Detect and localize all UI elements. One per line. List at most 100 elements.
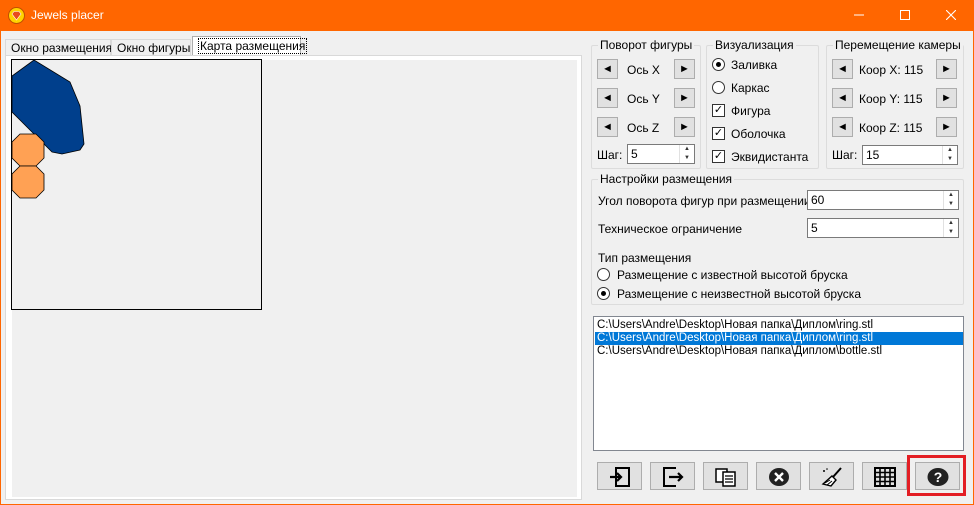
- close-button[interactable]: [928, 0, 974, 31]
- arrow-left-icon: ◄: [602, 121, 613, 133]
- check-equidistant-label: Эквидистанта: [731, 150, 809, 164]
- placement-map-canvas[interactable]: [11, 59, 262, 310]
- technical-limit-input[interactable]: 5 ▲ ▼: [807, 218, 959, 238]
- tab-placement-map[interactable]: Карта размещения: [192, 36, 308, 57]
- rotate-x-right-button[interactable]: ►: [674, 59, 695, 79]
- rotate-x-left-button[interactable]: ◄: [597, 59, 618, 79]
- camera-step-input[interactable]: 15 ▲ ▼: [862, 145, 958, 165]
- placement-map-drawing: [12, 60, 85, 199]
- minimize-button[interactable]: [836, 0, 882, 31]
- axis-y-label: Ось Y: [627, 92, 660, 106]
- spin-buttons[interactable]: ▲ ▼: [679, 145, 694, 163]
- camera-y-left-button[interactable]: ◄: [832, 88, 853, 108]
- export-icon: [663, 467, 684, 487]
- import-icon: [610, 467, 630, 487]
- axis-x-label: Ось X: [627, 63, 660, 77]
- spin-up-icon[interactable]: ▲: [944, 191, 958, 200]
- spin-up-icon[interactable]: ▲: [680, 145, 694, 154]
- spin-buttons[interactable]: ▲ ▼: [943, 219, 958, 237]
- radio-unknown-height-label: Размещение с неизвестной высотой бруска: [617, 287, 861, 301]
- spin-buttons[interactable]: ▲ ▼: [942, 146, 957, 164]
- radio-wireframe-label: Каркас: [731, 81, 770, 95]
- spin-down-icon[interactable]: ▼: [943, 155, 957, 164]
- camera-y-right-button[interactable]: ►: [936, 88, 957, 108]
- check-mark-icon: ✓: [713, 104, 724, 116]
- help-button-highlight: [907, 455, 966, 496]
- rotation-group-title: Поворот фигуры: [598, 38, 695, 52]
- delete-button[interactable]: [756, 462, 801, 490]
- file-list[interactable]: C:\Users\Andre\Desktop\Новая папка\Дипло…: [593, 316, 964, 451]
- copy-button[interactable]: [703, 462, 748, 490]
- arrow-right-icon: ►: [679, 63, 690, 75]
- check-figure-label: Фигура: [731, 104, 771, 118]
- camera-z-label: Коор Z: 115: [859, 121, 923, 135]
- spin-down-icon[interactable]: ▼: [680, 154, 694, 163]
- technical-limit-label: Техническое ограничение: [598, 222, 743, 236]
- rotate-y-left-button[interactable]: ◄: [597, 88, 618, 108]
- camera-y-label: Коор Y: 115: [859, 92, 923, 106]
- arrow-left-icon: ◄: [602, 92, 613, 104]
- clear-button[interactable]: [809, 462, 854, 490]
- list-item[interactable]: C:\Users\Andre\Desktop\Новая папка\Дипло…: [595, 345, 963, 358]
- figure-orange-octagon: [12, 133, 45, 167]
- technical-limit-value: 5: [811, 221, 818, 235]
- placement-settings-title: Настройки размещения: [598, 172, 735, 186]
- axis-z-label: Ось Z: [627, 121, 660, 135]
- figure-orange-octagon: [12, 165, 45, 199]
- radio-fill-label: Заливка: [731, 58, 778, 72]
- spin-down-icon[interactable]: ▼: [944, 200, 958, 209]
- maximize-button[interactable]: [882, 0, 928, 31]
- spin-down-icon[interactable]: ▼: [944, 228, 958, 237]
- copy-icon: [715, 468, 736, 487]
- camera-x-left-button[interactable]: ◄: [832, 59, 853, 79]
- spin-buttons[interactable]: ▲ ▼: [943, 191, 958, 209]
- rotate-z-left-button[interactable]: ◄: [597, 117, 618, 137]
- delete-icon: [769, 468, 789, 486]
- tab-label: Карта размещения: [198, 38, 308, 54]
- arrow-right-icon: ►: [941, 63, 952, 75]
- rotation-angle-label: Угол поворота фигур при размещении: [598, 194, 811, 208]
- check-shell[interactable]: ✓: [712, 127, 725, 140]
- radio-known-height[interactable]: [597, 268, 610, 281]
- radio-unknown-height[interactable]: [597, 287, 610, 300]
- list-item[interactable]: C:\Users\Andre\Desktop\Новая папка\Дипло…: [595, 319, 963, 332]
- rotate-y-right-button[interactable]: ►: [674, 88, 695, 108]
- export-button[interactable]: [650, 462, 695, 490]
- window-title: Jewels placer: [31, 8, 104, 22]
- camera-z-right-button[interactable]: ►: [936, 117, 957, 137]
- check-mark-icon: ✓: [713, 150, 724, 162]
- maximize-icon: [900, 10, 910, 20]
- arrow-right-icon: ►: [941, 92, 952, 104]
- arrow-right-icon: ►: [941, 121, 952, 133]
- radio-wireframe[interactable]: [712, 81, 725, 94]
- arrow-left-icon: ◄: [837, 121, 848, 133]
- import-button[interactable]: [597, 462, 642, 490]
- radio-known-height-label: Размещение с известной высотой бруска: [617, 268, 848, 282]
- rotation-angle-input[interactable]: 60 ▲ ▼: [807, 190, 959, 210]
- check-figure[interactable]: ✓: [712, 104, 725, 117]
- radio-fill[interactable]: [712, 58, 725, 71]
- tab-label: Окно размещения: [11, 41, 113, 55]
- spin-up-icon[interactable]: ▲: [944, 219, 958, 228]
- camera-z-left-button[interactable]: ◄: [832, 117, 853, 137]
- check-mark-icon: ✓: [713, 127, 724, 139]
- tab-label: Окно фигуры: [117, 41, 191, 55]
- arrow-right-icon: ►: [679, 121, 690, 133]
- camera-x-label: Коор X: 115: [859, 63, 924, 77]
- camera-step-value: 15: [866, 148, 880, 162]
- rotation-step-value: 5: [631, 147, 638, 161]
- list-item[interactable]: C:\Users\Andre\Desktop\Новая папка\Дипло…: [595, 332, 963, 345]
- rotation-step-input[interactable]: 5 ▲ ▼: [627, 144, 695, 164]
- camera-step-label: Шаг:: [832, 148, 858, 162]
- arrow-right-icon: ►: [679, 92, 690, 104]
- rotation-step-label: Шаг:: [597, 148, 623, 162]
- camera-group-title: Перемещение камеры: [833, 38, 963, 52]
- check-equidistant[interactable]: ✓: [712, 150, 725, 163]
- title-bar[interactable]: Jewels placer: [0, 0, 974, 31]
- clear-icon: [821, 467, 842, 487]
- rotate-z-right-button[interactable]: ►: [674, 117, 695, 137]
- grid-button[interactable]: [862, 462, 907, 490]
- camera-x-right-button[interactable]: ►: [936, 59, 957, 79]
- spin-up-icon[interactable]: ▲: [943, 146, 957, 155]
- arrow-left-icon: ◄: [602, 63, 613, 75]
